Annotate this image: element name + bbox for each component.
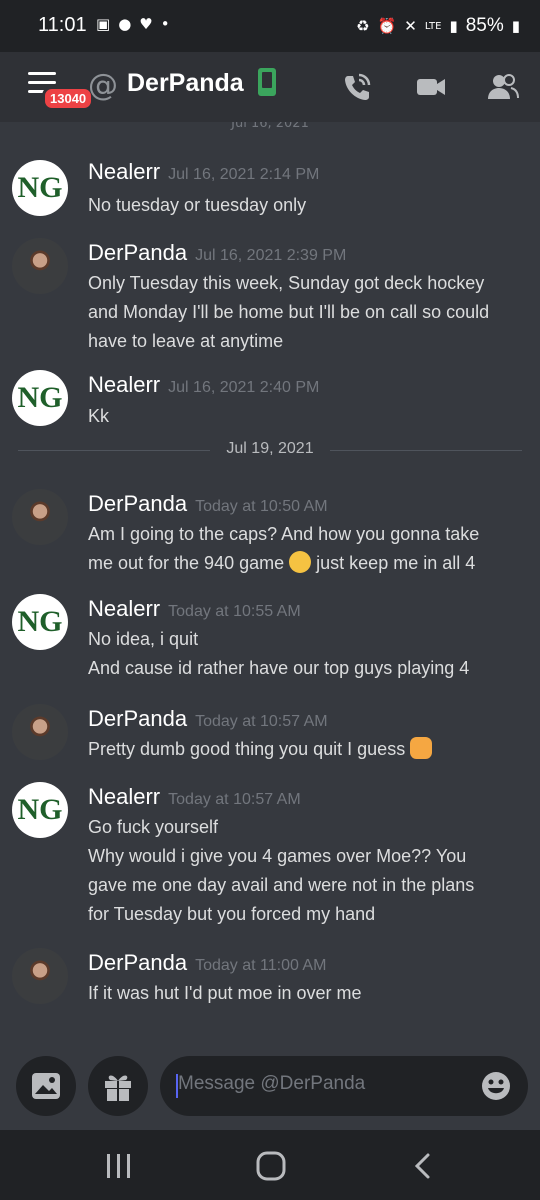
battery-level: 85%	[465, 15, 504, 36]
avatar[interactable]	[12, 489, 68, 545]
avatar-logo: NG	[17, 793, 63, 826]
back-icon[interactable]	[410, 1152, 436, 1180]
timestamp: Today at 11:00 AM	[195, 957, 327, 974]
home-icon[interactable]	[255, 1150, 287, 1182]
gallery-icon: ▣	[96, 15, 111, 33]
author-name[interactable]: DerPanda	[88, 950, 187, 975]
timestamp: Today at 10:57 AM	[168, 791, 301, 808]
author-name[interactable]: Nealerr	[88, 784, 160, 809]
avatar[interactable]: NG	[12, 160, 68, 216]
date-divider-partial: Jul 16, 2021	[231, 122, 309, 131]
avatar[interactable]: NG	[12, 594, 68, 650]
message-line: for Tuesday but you forced my hand	[88, 904, 376, 924]
status-time: 11:01	[38, 14, 87, 36]
message-input[interactable]: Message @DerPanda	[160, 1056, 528, 1116]
mute-icon: ✕	[404, 17, 417, 35]
date-divider: Jul 19, 2021	[210, 440, 330, 458]
message-line: have to leave at anytime	[88, 331, 284, 351]
author-name[interactable]: DerPanda	[88, 706, 187, 731]
image-icon	[32, 1073, 60, 1099]
alarm-icon: ⏰	[377, 17, 397, 35]
timestamp: Jul 16, 2021 2:39 PM	[195, 247, 347, 264]
timestamp: Today at 10:57 AM	[195, 713, 328, 730]
message-line: Go fuck yourself	[88, 817, 219, 837]
message-line: Only Tuesday this week, Sunday got deck …	[88, 273, 485, 293]
avatar-logo: NG	[17, 381, 63, 414]
image-upload-button[interactable]	[16, 1056, 76, 1116]
message-line: No idea, i quit	[88, 629, 199, 649]
message-placeholder: Message @DerPanda	[178, 1073, 366, 1094]
heart-icon: ♥	[139, 15, 153, 33]
timestamp: Today at 10:55 AM	[168, 603, 301, 620]
timestamp: Jul 16, 2021 2:14 PM	[168, 166, 320, 183]
author-name[interactable]: Nealerr	[88, 372, 160, 397]
signal-icon: ▮	[449, 17, 458, 35]
shrug-emoji-icon	[410, 737, 433, 759]
mobile-status-icon	[258, 68, 276, 96]
emoji-picker-icon[interactable]	[480, 1070, 512, 1102]
message-line: and Monday I'll be home but I'll be on c…	[88, 302, 490, 322]
recycle-icon: ♻	[356, 17, 370, 35]
avatar[interactable]	[12, 238, 68, 294]
author-name[interactable]: Nealerr	[88, 596, 160, 621]
message-line: And cause id rather have our top guys pl…	[88, 658, 470, 678]
avatar[interactable]	[12, 704, 68, 760]
message-line: Why would i give you 4 games over Moe?? …	[88, 846, 467, 866]
author-name[interactable]: Nealerr	[88, 159, 160, 184]
dot-icon: •	[160, 15, 170, 33]
system-nav-bar	[0, 1130, 540, 1200]
message-line: just keep me in all 4	[316, 553, 476, 573]
message-line: gave me one day avail and were not in th…	[88, 875, 475, 895]
call-icon[interactable]	[340, 70, 374, 104]
avatar[interactable]: NG	[12, 782, 68, 838]
avatar[interactable]	[12, 948, 68, 1004]
message-line: No tuesday or tuesday only	[88, 195, 307, 215]
gift-icon	[105, 1075, 131, 1102]
message-line: Kk	[88, 406, 110, 426]
gift-button[interactable]	[88, 1056, 148, 1116]
reddit-icon: ●	[118, 15, 132, 33]
avatar-logo: NG	[17, 171, 63, 204]
rolling-eyes-emoji-icon	[289, 551, 312, 573]
timestamp: Jul 16, 2021 2:40 PM	[168, 379, 320, 396]
message-line: Pretty dumb good thing you quit I guess	[88, 739, 406, 759]
status-bar: 11:01 ▣ ● ♥ • ♻ ⏰ ✕ LTE ▮ 85% ▮	[0, 0, 540, 52]
message-composer: Message @DerPanda	[0, 1040, 540, 1130]
battery-icon: ▮	[511, 17, 520, 35]
channel-title: DerPanda	[127, 69, 244, 97]
recent-apps-icon[interactable]	[104, 1152, 134, 1180]
author-name[interactable]: DerPanda	[88, 491, 187, 516]
lte-icon: LTE	[424, 20, 442, 32]
notification-badge: 13040	[42, 86, 95, 111]
at-icon: @	[88, 68, 118, 103]
message-line: Am I going to the caps? And how you gonn…	[88, 524, 480, 544]
message-line: me out for the 940 game	[88, 553, 285, 573]
channel-header: 13040 @ DerPanda	[0, 52, 540, 122]
avatar[interactable]: NG	[12, 370, 68, 426]
video-call-icon[interactable]	[414, 70, 448, 104]
avatar-logo: NG	[17, 605, 63, 638]
timestamp: Today at 10:50 AM	[195, 498, 328, 515]
message-line: If it was hut I'd put moe in over me	[88, 983, 362, 1003]
author-name[interactable]: DerPanda	[88, 240, 187, 265]
members-icon[interactable]	[486, 70, 520, 104]
